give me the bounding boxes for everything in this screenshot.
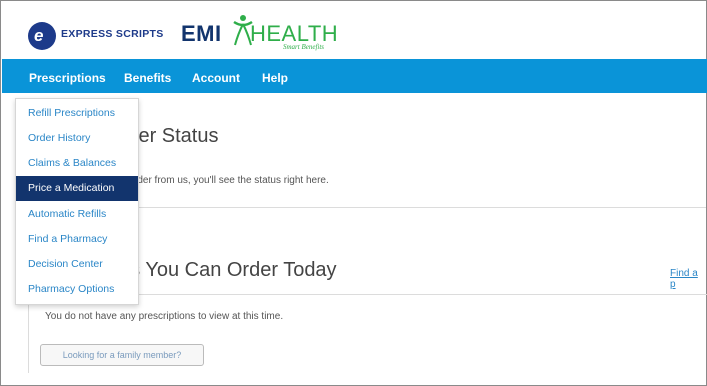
find-pharmacy-link[interactable]: Find a p xyxy=(670,268,706,290)
main-nav: Prescriptions Benefits Account Help xyxy=(2,59,707,93)
menu-item-claims-balances[interactable]: Claims & Balances xyxy=(16,151,138,176)
order-status-title: ler Status xyxy=(134,125,219,147)
express-scripts-logo-icon: e xyxy=(28,22,56,50)
family-member-button[interactable]: Looking for a family member? xyxy=(40,344,204,366)
divider xyxy=(134,207,706,208)
express-scripts-wordmark: EXPRESS SCRIPTS xyxy=(61,28,164,40)
menu-item-pharmacy-options[interactable]: Pharmacy Options xyxy=(16,277,138,302)
brand-tagline: Smart Benefits xyxy=(283,43,325,51)
header: e EXPRESS SCRIPTS EMI HEALTH Smart Benef… xyxy=(1,1,706,58)
empty-prescriptions-message: You do not have any prescriptions to vie… xyxy=(45,311,284,322)
emi-wordmark: EMI xyxy=(181,21,222,46)
menu-item-automatic-refills[interactable]: Automatic Refills xyxy=(16,202,138,227)
order-today-title: ns You Can Order Today xyxy=(119,259,337,281)
nav-help[interactable]: Help xyxy=(262,71,288,85)
nav-prescriptions[interactable]: Prescriptions xyxy=(29,71,106,85)
menu-item-decision-center[interactable]: Decision Center xyxy=(16,252,138,277)
menu-item-find-a-pharmacy[interactable]: Find a Pharmacy xyxy=(16,227,138,252)
order-status-message: rder from us, you'll see the status righ… xyxy=(134,175,329,186)
nav-benefits[interactable]: Benefits xyxy=(124,71,171,85)
menu-item-price-a-medication[interactable]: Price a Medication xyxy=(16,176,138,201)
prescriptions-dropdown-menu: Refill Prescriptions Order History Claim… xyxy=(15,98,139,305)
app-frame: e EXPRESS SCRIPTS EMI HEALTH Smart Benef… xyxy=(0,0,707,386)
nav-account[interactable]: Account xyxy=(192,71,240,85)
menu-item-order-history[interactable]: Order History xyxy=(16,126,138,151)
menu-item-refill-prescriptions[interactable]: Refill Prescriptions xyxy=(16,101,138,126)
